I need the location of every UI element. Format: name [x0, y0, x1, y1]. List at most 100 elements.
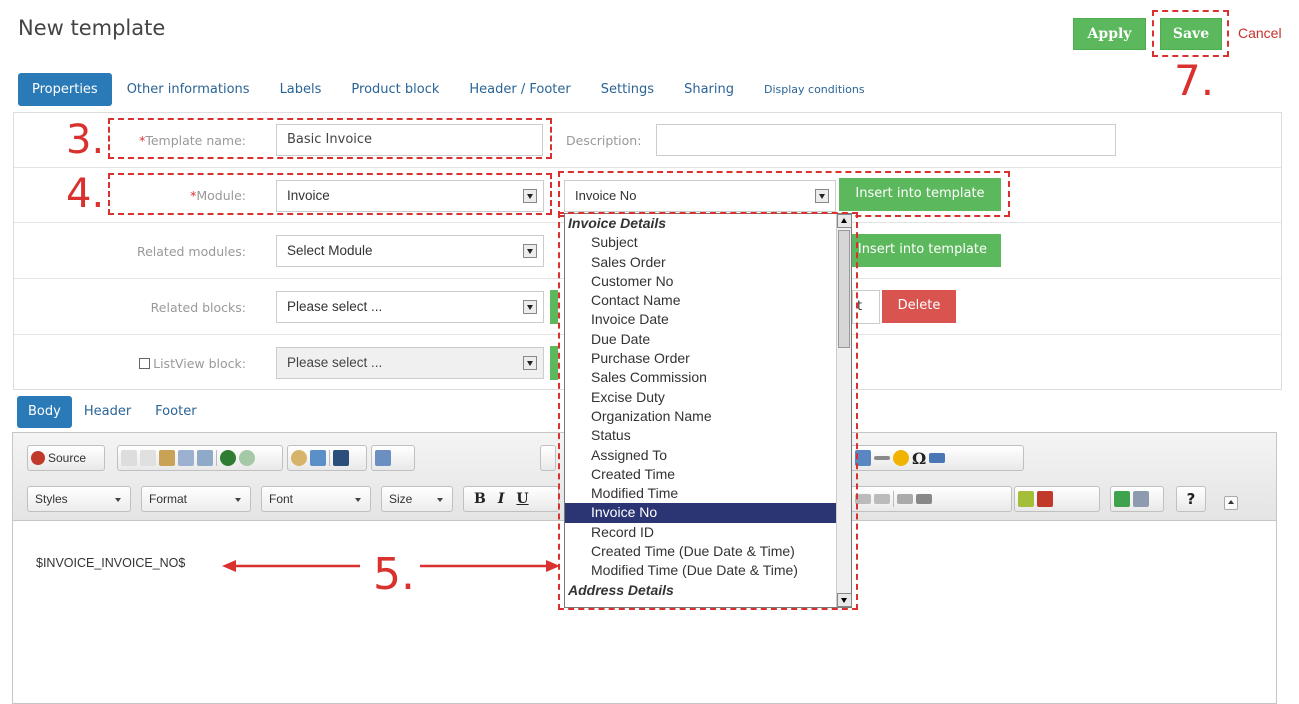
chevron-down-icon	[523, 189, 537, 203]
source-icon	[31, 451, 45, 465]
tab-settings[interactable]: Settings	[586, 73, 669, 106]
styles-combo[interactable]: Styles	[27, 486, 131, 512]
tab-header-footer[interactable]: Header / Footer	[454, 73, 585, 106]
description-label: Description:	[566, 133, 642, 148]
related-blocks-select[interactable]: Please select ...	[276, 291, 544, 323]
toolbar-separator	[893, 491, 894, 507]
listview-block-select[interactable]: Please select ...	[276, 347, 544, 379]
tab-product-block[interactable]: Product block	[336, 73, 454, 106]
insert-into-template-button[interactable]: Insert into template	[839, 178, 1001, 211]
related-blocks-value: Please select ...	[287, 299, 383, 314]
chevron-down-icon	[355, 498, 361, 502]
underline-button[interactable]: U	[516, 491, 528, 507]
block-icon[interactable]	[1018, 491, 1034, 507]
chevron-down-icon	[523, 300, 537, 314]
page-title: New template	[18, 16, 166, 40]
left-arrow-head	[222, 560, 236, 572]
listview-block-checkbox[interactable]	[139, 358, 151, 369]
save-highlight-box	[1152, 10, 1229, 57]
font-combo[interactable]: Font	[261, 486, 371, 512]
help-button[interactable]: ?	[1176, 486, 1206, 512]
template-tabs: Properties Other informations Labels Pro…	[18, 73, 880, 106]
tab-header[interactable]: Header	[72, 396, 143, 428]
bulleted-list-icon[interactable]	[874, 494, 890, 504]
row-divider	[14, 167, 1281, 168]
paste-icon[interactable]	[159, 450, 175, 466]
listview-block-value: Please select ...	[287, 355, 383, 370]
special-char-icon[interactable]: Ω	[912, 449, 926, 468]
chevron-down-icon	[815, 189, 829, 203]
cancel-link[interactable]: Cancel	[1238, 25, 1282, 41]
body-tabs: Body Header Footer	[17, 396, 209, 428]
tab-body[interactable]: Body	[17, 396, 72, 428]
find-toolbar-group	[287, 445, 367, 471]
list-toolbar-group	[852, 486, 1012, 512]
module-select-value: Invoice	[287, 188, 330, 203]
field-select-value: Invoice No	[575, 188, 637, 203]
tab-properties[interactable]: Properties	[18, 73, 112, 106]
step-4-annotation: 4.	[66, 171, 105, 217]
tab-display-conditions[interactable]: Display conditions	[749, 73, 880, 106]
collapse-toolbar-button[interactable]	[1224, 496, 1238, 510]
text-style-group: B I U	[463, 486, 559, 512]
toolbar-separator	[216, 450, 217, 466]
italic-button[interactable]: I	[498, 491, 505, 507]
horizontal-line-icon[interactable]	[874, 456, 890, 460]
template-name-label: *Template name:	[139, 133, 246, 148]
editor-content[interactable]: $INVOICE_INVOICE_NO$	[36, 556, 185, 570]
redo-icon[interactable]	[239, 450, 255, 466]
related-blocks-label: Related blocks:	[150, 300, 246, 315]
size-combo[interactable]: Size	[381, 486, 453, 512]
template-name-input[interactable]: Basic Invoice	[276, 124, 543, 156]
table-insert-icon[interactable]	[1037, 491, 1053, 507]
listview-block-button-edge[interactable]	[550, 346, 558, 380]
color-toolbar-group	[1014, 486, 1100, 512]
chevron-down-icon	[523, 244, 537, 258]
undo-icon[interactable]	[220, 450, 236, 466]
chevron-down-icon	[523, 356, 537, 370]
chevron-up-icon	[1228, 500, 1234, 504]
tab-other-informations[interactable]: Other informations	[112, 73, 265, 106]
indent-icon[interactable]	[916, 494, 932, 504]
module-select[interactable]: Invoice	[276, 180, 544, 212]
smiley-icon[interactable]	[893, 450, 909, 466]
related-modules-select[interactable]: Select Module	[276, 235, 544, 267]
find-icon[interactable]	[291, 450, 307, 466]
source-button[interactable]: Source	[27, 445, 105, 471]
replace-icon[interactable]	[310, 450, 326, 466]
page-break-icon[interactable]	[929, 453, 946, 463]
step-3-annotation: 3.	[66, 117, 105, 163]
insert-related-button[interactable]: Insert into template	[839, 234, 1001, 267]
related-modules-label: Related modules:	[136, 244, 246, 259]
module-label: *Module:	[190, 188, 246, 203]
related-blocks-button-edge[interactable]	[550, 290, 558, 324]
tab-sharing[interactable]: Sharing	[669, 73, 749, 106]
tab-footer[interactable]: Footer	[143, 396, 208, 428]
chevron-down-icon	[235, 498, 241, 502]
format-combo[interactable]: Format	[141, 486, 251, 512]
step-7-annotation: 7.	[1174, 56, 1215, 105]
show-blocks-icon[interactable]	[1133, 491, 1149, 507]
paste-text-icon[interactable]	[178, 450, 194, 466]
tab-labels[interactable]: Labels	[265, 73, 337, 106]
delete-block-button[interactable]: Delete	[882, 290, 956, 323]
insert-toolbar-group: Ω	[852, 445, 1024, 471]
description-input[interactable]	[656, 124, 1116, 156]
bold-button[interactable]: B	[474, 491, 486, 507]
apply-button[interactable]: Apply	[1073, 18, 1146, 50]
clipboard-toolbar-group	[117, 445, 283, 471]
spellcheck-icon	[375, 450, 391, 466]
maximize-icon[interactable]	[1114, 491, 1130, 507]
toolbar-separator	[329, 450, 330, 466]
chevron-down-icon	[115, 498, 121, 502]
chevron-down-icon	[437, 498, 443, 502]
paste-word-icon[interactable]	[197, 450, 213, 466]
listview-block-label: ListView block:	[60, 356, 246, 371]
spellcheck-button[interactable]	[371, 445, 415, 471]
copy-icon[interactable]	[140, 450, 156, 466]
view-toolbar-group	[1110, 486, 1164, 512]
select-all-icon[interactable]	[333, 450, 349, 466]
cut-icon[interactable]	[121, 450, 137, 466]
field-select[interactable]: Invoice No	[564, 180, 836, 212]
outdent-icon[interactable]	[897, 494, 913, 504]
